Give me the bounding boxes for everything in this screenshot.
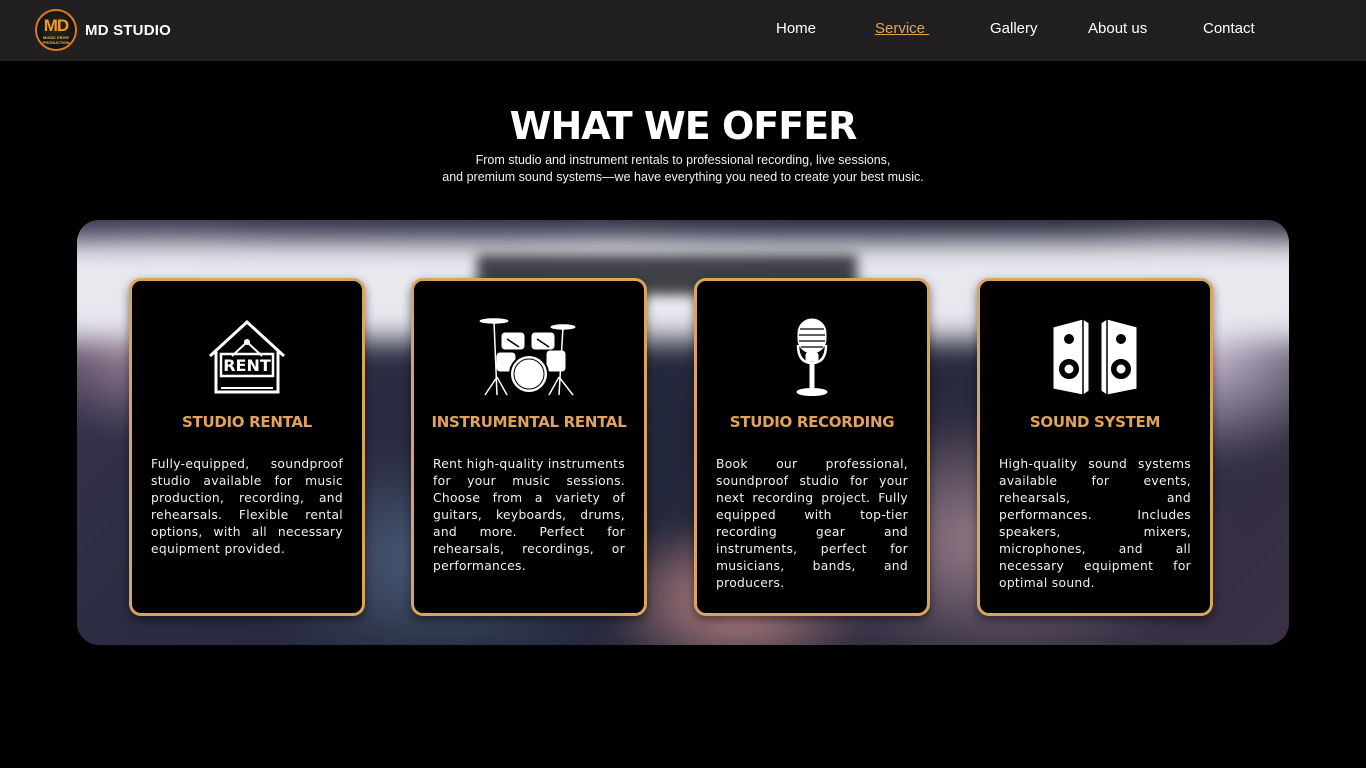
brand-name[interactable]: MD STUDIO	[85, 22, 171, 39]
service-card-studio-recording[interactable]: STUDIO RECORDING Book our professional, …	[694, 278, 930, 616]
section-title: WHAT WE OFFER	[509, 104, 858, 148]
card-title: INSTRUMENTAL RENTAL	[431, 413, 627, 431]
logo-subtext: MUSIC DRIVE PRODUCTION	[42, 35, 70, 45]
drum-kit-icon	[414, 317, 644, 397]
card-title: STUDIO RENTAL	[182, 413, 312, 431]
top-navbar: MD MUSIC DRIVE PRODUCTION MD STUDIO Home…	[0, 0, 1366, 61]
brand[interactable]: MD MUSIC DRIVE PRODUCTION MD STUDIO	[35, 9, 171, 51]
nav-contact[interactable]: Contact	[1203, 20, 1255, 37]
speakers-icon	[980, 317, 1210, 397]
card-description: High-quality sound systems available for…	[999, 457, 1191, 590]
nav-home[interactable]: Home	[776, 20, 816, 37]
service-card-sound-system[interactable]: SOUND SYSTEM High-quality sound systems …	[977, 278, 1213, 616]
logo-mark: MD	[43, 16, 69, 35]
svg-text:RENT: RENT	[223, 356, 271, 375]
service-card-studio-rental[interactable]: RENT STUDIO RENTAL Fully-equipped, sound…	[129, 278, 365, 616]
card-title: SOUND SYSTEM	[1029, 413, 1161, 431]
studio-logo[interactable]: MD MUSIC DRIVE PRODUCTION	[35, 9, 77, 51]
card-title: STUDIO RECORDING	[729, 413, 895, 431]
subtitle-line-1: From studio and instrument rentals to pr…	[475, 153, 891, 167]
service-card-instrumental-rental[interactable]: INSTRUMENTAL RENTAL Rent high-quality in…	[411, 278, 647, 616]
microphone-icon	[697, 317, 927, 397]
subtitle-line-2: and premium sound systems—we have everyt…	[442, 170, 924, 184]
rent-house-icon: RENT	[132, 317, 362, 397]
card-description: Book our professional, soundproof studio…	[716, 457, 908, 590]
section-subtitle: From studio and instrument rentals to pr…	[0, 152, 1366, 186]
card-description: Rent high-quality instruments for your m…	[433, 457, 625, 573]
card-description: Fully-equipped, soundproof studio availa…	[151, 457, 343, 556]
nav-service[interactable]: Service	[875, 20, 929, 37]
nav-gallery[interactable]: Gallery	[990, 20, 1038, 37]
nav-about-us[interactable]: About us	[1088, 20, 1147, 37]
